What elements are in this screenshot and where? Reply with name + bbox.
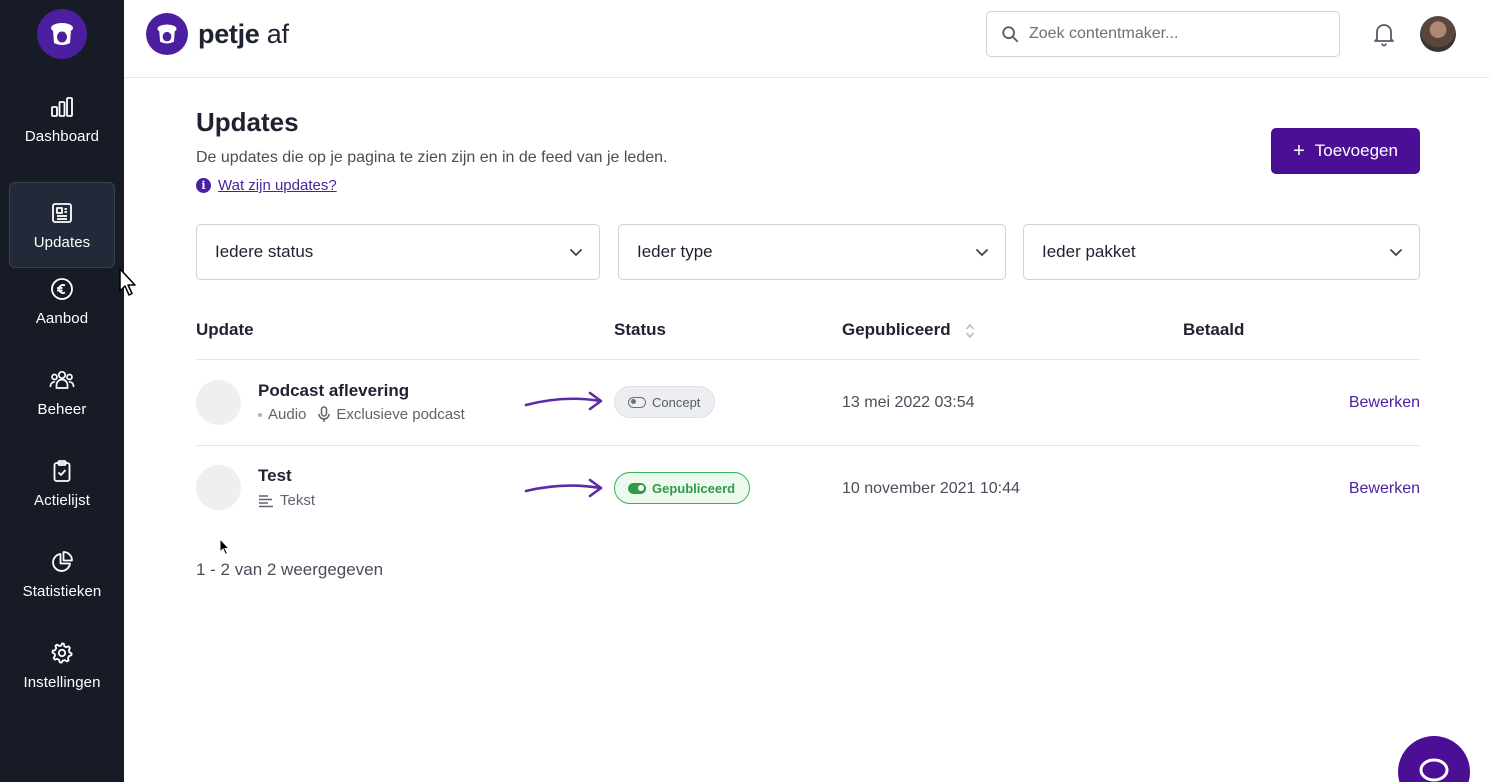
- update-meta: Audio Exclusieve podcast: [258, 406, 465, 423]
- package-filter-value: Ieder pakket: [1042, 242, 1136, 261]
- euro-icon: [49, 276, 75, 302]
- update-thumbnail: [196, 465, 241, 510]
- update-type: Tekst: [280, 492, 316, 509]
- sidebar-item-label: Beheer: [37, 400, 87, 418]
- package-filter-select[interactable]: Ieder pakket: [1023, 224, 1420, 280]
- brand-name: petje af: [198, 18, 289, 49]
- sidebar-item-beheer[interactable]: Beheer: [9, 349, 115, 435]
- sidebar-item-label: Updates: [33, 233, 91, 251]
- annotation-arrow-icon: [524, 391, 603, 411]
- newspaper-icon: [49, 200, 75, 226]
- table-divider: [196, 445, 1420, 446]
- add-button-label: Toevoegen: [1314, 141, 1398, 160]
- published-date: 10 november 2021 10:44: [842, 480, 1020, 497]
- column-header-published[interactable]: Gepubliceerd: [842, 320, 975, 340]
- notifications-button[interactable]: [1372, 21, 1398, 47]
- brand-logo[interactable]: petje af: [146, 13, 289, 55]
- gear-icon: [49, 640, 75, 666]
- sidebar-item-actielijst[interactable]: Actielijst: [9, 440, 115, 526]
- search-icon: [1002, 26, 1019, 43]
- chevron-down-icon: [976, 249, 988, 257]
- avatar[interactable]: [1420, 16, 1456, 52]
- sidebar-item-label: Instellingen: [23, 673, 101, 691]
- edit-link[interactable]: Bewerken: [1349, 394, 1420, 412]
- toggle-on-icon: [628, 482, 646, 494]
- toggle-off-icon: [628, 396, 646, 408]
- type-filter-value: Ieder type: [637, 242, 713, 261]
- status-filter-select[interactable]: Iedere status: [196, 224, 600, 280]
- chat-button[interactable]: [1398, 736, 1470, 782]
- add-update-button[interactable]: + Toevoegen: [1271, 128, 1420, 174]
- sidebar-item-label: Statistieken: [22, 582, 102, 600]
- pagination-summary: 1 - 2 van 2 weergegeven: [196, 560, 384, 579]
- search-box[interactable]: [986, 11, 1340, 57]
- pie-chart-icon: [49, 549, 75, 575]
- mouse-pointer-icon: [219, 538, 231, 556]
- app-logo[interactable]: [37, 9, 87, 59]
- top-bar: petje af: [124, 0, 1490, 78]
- page-title: Updates: [196, 107, 299, 137]
- sidebar-item-aanbod[interactable]: Aanbod: [9, 258, 115, 344]
- column-header-update: Update: [196, 320, 254, 339]
- mouse-pointer-icon: [119, 268, 136, 296]
- chat-bubble-icon: [1419, 758, 1449, 782]
- published-date: 13 mei 2022 03:54: [842, 394, 975, 411]
- type-filter-select[interactable]: Ieder type: [618, 224, 1006, 280]
- bullet-icon: [258, 412, 262, 417]
- logo-mark-icon: [146, 13, 188, 55]
- help-link-text[interactable]: Wat zijn updates?: [218, 177, 337, 194]
- text-lines-icon: [259, 494, 273, 507]
- status-badge: Gepubliceerd: [614, 472, 751, 504]
- column-header-status: Status: [614, 320, 666, 339]
- plus-icon: +: [1293, 140, 1305, 162]
- microphone-icon: [318, 406, 331, 422]
- search-input[interactable]: [1029, 25, 1319, 43]
- page-subtitle: De updates die op je pagina te zien zijn…: [196, 149, 668, 166]
- clipboard-check-icon: [49, 458, 75, 484]
- bell-icon: [1374, 24, 1394, 47]
- update-meta: Tekst: [258, 492, 315, 509]
- edit-link[interactable]: Bewerken: [1349, 480, 1420, 498]
- sidebar-item-instellingen[interactable]: Instellingen: [9, 622, 115, 708]
- sort-icon: [966, 323, 975, 338]
- sidebar-item-dashboard[interactable]: Dashboard: [9, 76, 115, 162]
- sidebar: Dashboard Updates Aanbod Beheer Actielij…: [0, 0, 124, 782]
- update-title: Test: [258, 466, 292, 485]
- help-link[interactable]: i Wat zijn updates?: [196, 177, 337, 194]
- bar-chart-icon: [49, 94, 75, 120]
- annotation-arrow-icon: [524, 478, 603, 498]
- chevron-down-icon: [570, 249, 582, 257]
- update-type: Audio: [268, 406, 307, 423]
- users-icon: [49, 367, 75, 393]
- logo-mark-icon: [51, 23, 73, 45]
- sidebar-item-label: Aanbod: [35, 309, 89, 327]
- update-title: Podcast aflevering: [258, 381, 410, 400]
- table-divider: [196, 359, 1420, 360]
- chevron-down-icon: [1390, 249, 1402, 257]
- info-icon: i: [196, 178, 211, 193]
- column-header-published-label: Gepubliceerd: [842, 320, 951, 339]
- sidebar-item-label: Dashboard: [24, 127, 100, 145]
- column-header-paid: Betaald: [1183, 320, 1245, 339]
- update-package: Exclusieve podcast: [336, 406, 465, 423]
- sidebar-item-updates[interactable]: Updates: [9, 182, 115, 268]
- status-badge-label: Gepubliceerd: [652, 480, 736, 496]
- sidebar-item-statistieken[interactable]: Statistieken: [9, 531, 115, 617]
- status-filter-value: Iedere status: [215, 242, 314, 261]
- sidebar-item-label: Actielijst: [33, 491, 90, 509]
- status-badge: Concept: [614, 386, 716, 418]
- update-thumbnail: [196, 380, 241, 425]
- status-badge-label: Concept: [652, 394, 701, 410]
